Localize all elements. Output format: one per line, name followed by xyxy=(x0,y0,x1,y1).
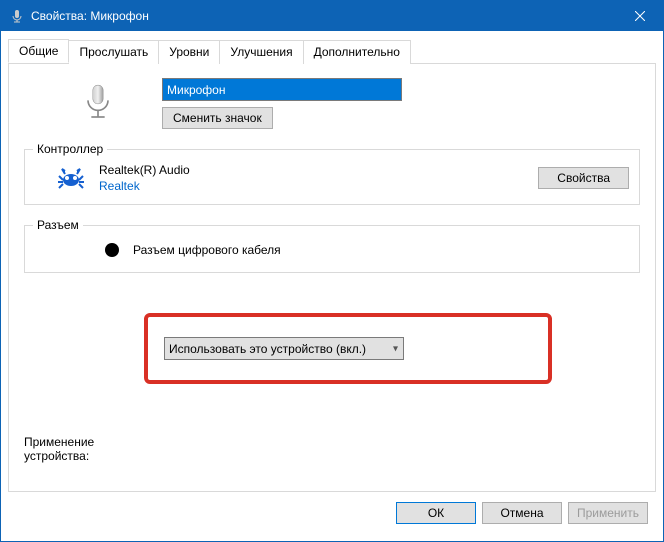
usage-label: Применение устройства: xyxy=(24,435,134,463)
usage-row: Использовать это устройство (вкл.) ▾ xyxy=(164,337,532,360)
device-microphone-icon xyxy=(74,78,122,126)
controller-properties-button[interactable]: Свойства xyxy=(538,167,629,189)
device-fields: Сменить значок xyxy=(162,78,402,129)
controller-name: Realtek(R) Audio xyxy=(99,163,538,177)
controller-vendor-link[interactable]: Realtek xyxy=(99,179,538,193)
close-button[interactable] xyxy=(617,1,663,31)
apply-button[interactable]: Применить xyxy=(568,502,648,524)
controller-info: Realtek(R) Audio Realtek xyxy=(99,163,538,193)
window-title: Свойства: Микрофон xyxy=(31,9,617,23)
controller-fieldset: Контроллер Realtek(R) Audio Realtek Свой… xyxy=(24,149,640,205)
device-usage-select[interactable]: Использовать это устройство (вкл.) xyxy=(164,337,404,360)
tab-listen[interactable]: Прослушать xyxy=(68,40,159,64)
cancel-button[interactable]: Отмена xyxy=(482,502,562,524)
jack-label: Разъем цифрового кабеля xyxy=(133,243,281,257)
content-area: Общие Прослушать Уровни Улучшения Дополн… xyxy=(1,31,663,541)
device-name-input[interactable] xyxy=(162,78,402,101)
device-section: Сменить значок xyxy=(24,78,640,129)
microphone-icon xyxy=(9,8,25,24)
controller-row: Realtek(R) Audio Realtek Свойства xyxy=(35,162,629,194)
tab-advanced[interactable]: Дополнительно xyxy=(303,40,411,64)
tab-strip: Общие Прослушать Уровни Улучшения Дополн… xyxy=(8,39,656,64)
highlight-annotation: Использовать это устройство (вкл.) ▾ xyxy=(144,313,552,384)
tab-enhancements[interactable]: Улучшения xyxy=(219,40,303,64)
jack-color-indicator xyxy=(105,243,119,257)
titlebar: Свойства: Микрофон xyxy=(1,1,663,31)
jack-legend: Разъем xyxy=(33,218,83,232)
usage-select-wrap: Использовать это устройство (вкл.) ▾ xyxy=(164,337,404,360)
ok-button[interactable]: ОК xyxy=(396,502,476,524)
tab-panel-general: Сменить значок Контроллер Realtek(R) Aud… xyxy=(8,63,656,492)
tab-general[interactable]: Общие xyxy=(8,39,69,63)
change-icon-button[interactable]: Сменить значок xyxy=(162,107,273,129)
realtek-crab-icon xyxy=(55,162,87,194)
dialog-footer: ОК Отмена Применить xyxy=(8,492,656,534)
jack-fieldset: Разъем Разъем цифрового кабеля xyxy=(24,225,640,273)
jack-row: Разъем цифрового кабеля xyxy=(35,238,629,262)
tab-levels[interactable]: Уровни xyxy=(158,40,220,64)
controller-legend: Контроллер xyxy=(33,142,107,156)
